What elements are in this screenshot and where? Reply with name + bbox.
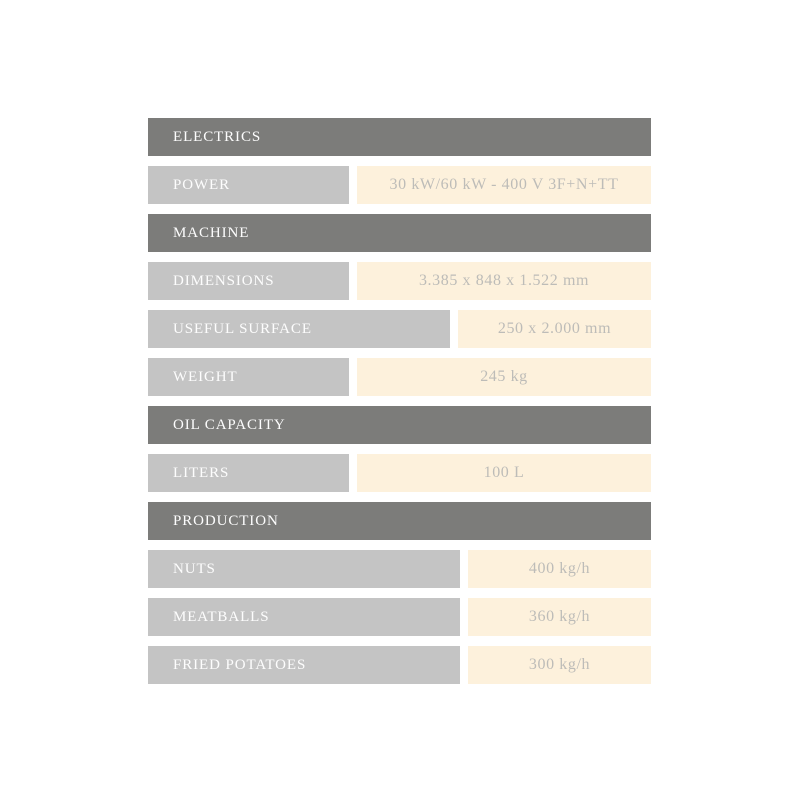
spec-value: 360 kg/h <box>468 598 651 636</box>
cell-divider <box>460 598 468 636</box>
spec-row: MEATBALLS 360 kg/h <box>148 598 651 636</box>
spec-value: 250 x 2.000 mm <box>458 310 651 348</box>
spec-row: USEFUL SURFACE 250 x 2.000 mm <box>148 310 651 348</box>
spec-label: FRIED POTATOES <box>148 646 460 684</box>
spec-value: 30 kW/60 kW - 400 V 3F+N+TT <box>357 166 651 204</box>
section-header-row: ELECTRICS <box>148 118 651 156</box>
spec-label: MEATBALLS <box>148 598 460 636</box>
spec-row: WEIGHT 245 kg <box>148 358 651 396</box>
spec-label: DIMENSIONS <box>148 262 349 300</box>
specifications-table: ELECTRICS POWER 30 kW/60 kW - 400 V 3F+N+T… <box>148 118 651 694</box>
section-header-label: PRODUCTION <box>173 512 279 529</box>
section-header-row: PRODUCTION <box>148 502 651 540</box>
spec-row: POWER 30 kW/60 kW - 400 V 3F+N+TT <box>148 166 651 204</box>
spec-value: 400 kg/h <box>468 550 651 588</box>
cell-divider <box>349 166 357 204</box>
section-header-label: MACHINE <box>173 224 250 241</box>
spec-value: 3.385 x 848 x 1.522 mm <box>357 262 651 300</box>
spec-label: LITERS <box>148 454 349 492</box>
spec-label: USEFUL SURFACE <box>148 310 450 348</box>
cell-divider <box>349 358 357 396</box>
cell-divider <box>450 310 458 348</box>
spec-label: NUTS <box>148 550 460 588</box>
section-header-row: OIL CAPACITY <box>148 406 651 444</box>
spec-value: 300 kg/h <box>468 646 651 684</box>
spec-row: FRIED POTATOES 300 kg/h <box>148 646 651 684</box>
spec-label: WEIGHT <box>148 358 349 396</box>
cell-divider <box>460 646 468 684</box>
spec-row: LITERS 100 L <box>148 454 651 492</box>
cell-divider <box>349 454 357 492</box>
spec-row: NUTS 400 kg/h <box>148 550 651 588</box>
cell-divider <box>349 262 357 300</box>
section-header-row: MACHINE <box>148 214 651 252</box>
spec-row: DIMENSIONS 3.385 x 848 x 1.522 mm <box>148 262 651 300</box>
spec-label: POWER <box>148 166 349 204</box>
section-header-label: ELECTRICS <box>173 128 262 145</box>
spec-value: 245 kg <box>357 358 651 396</box>
cell-divider <box>460 550 468 588</box>
section-header-label: OIL CAPACITY <box>173 416 286 433</box>
spec-value: 100 L <box>357 454 651 492</box>
